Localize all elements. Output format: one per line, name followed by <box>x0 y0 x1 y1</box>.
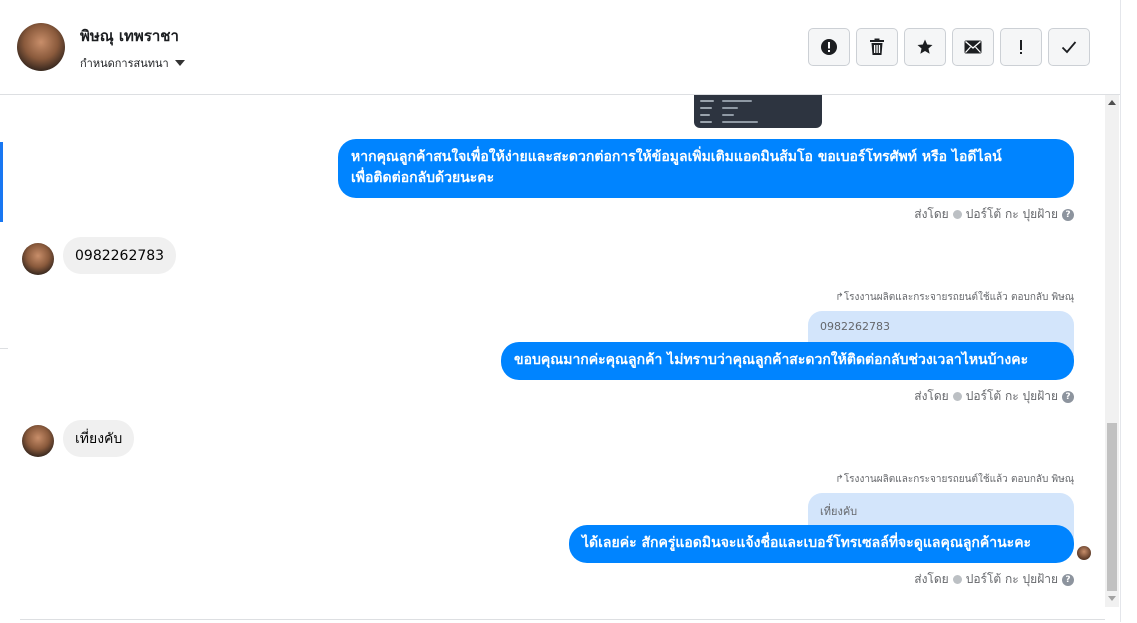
conversation-settings-label: กำหนดการสนทนา <box>80 57 169 70</box>
help-icon[interactable]: ? <box>1062 390 1074 403</box>
sent-by-info: ส่งโดย ปอร์โต้ กะ ปุยฝ้าย ? <box>914 570 1074 589</box>
conversation-settings-dropdown[interactable]: กำหนดการสนทนา <box>80 54 185 72</box>
help-icon[interactable]: ? <box>1062 208 1074 221</box>
trash-icon <box>870 38 884 55</box>
exclamation-icon <box>1020 40 1022 54</box>
sent-by-label: ส่งโดย <box>914 572 949 586</box>
caret-down-icon <box>174 60 185 66</box>
incoming-message[interactable]: 0982262783 <box>63 237 177 274</box>
verified-icon <box>952 575 962 584</box>
message-text-line: เพื่อติดต่อกลับด้วยนะคะ <box>351 170 495 186</box>
mark-unread-button[interactable] <box>952 28 994 66</box>
delete-button[interactable] <box>856 28 898 66</box>
report-button[interactable] <box>808 28 850 66</box>
reply-note-text: โรงงานผลิตและกระจายรถยนต์ใช้แล้ว ตอบกลับ… <box>843 292 1074 303</box>
done-button[interactable] <box>1048 28 1090 66</box>
contact-avatar-small[interactable] <box>22 425 54 457</box>
sent-by-info: ส่งโดย ปอร์โต้ กะ ปุยฝ้าย ? <box>914 387 1074 406</box>
sender-name: ปอร์โต้ กะ ปุยฝ้าย <box>965 389 1058 403</box>
outgoing-message[interactable]: ขอบคุณมากค่ะคุณลูกค้า ไม่ทราบว่าคุณลูกค้… <box>501 342 1074 380</box>
reply-note: ↱โรงงานผลิตและกระจายรถยนต์ใช้แล้ว ตอบกลั… <box>835 472 1074 487</box>
verified-icon <box>952 210 962 219</box>
sent-by-label: ส่งโดย <box>914 389 949 403</box>
active-indicator <box>0 142 3 222</box>
message-text-line: หากคุณลูกค้าสนใจเพื่อให้ง่ายและสะดวกต่อก… <box>351 149 1002 165</box>
reply-note-text: โรงงานผลิตและกระจายรถยนต์ใช้แล้ว ตอบกลับ… <box>843 474 1074 485</box>
image-attachment[interactable] <box>694 95 822 128</box>
envelope-icon <box>964 40 982 54</box>
reply-note: ↱โรงงานผลิตและกระจายรถยนต์ใช้แล้ว ตอบกลั… <box>835 290 1074 305</box>
check-icon <box>1061 41 1077 54</box>
message-text: ขอบคุณมากค่ะคุณลูกค้า ไม่ทราบว่าคุณลูกค้… <box>514 352 1029 368</box>
quoted-text: เที่ยงคับ <box>820 505 858 518</box>
help-icon[interactable]: ? <box>1062 573 1074 586</box>
contact-avatar[interactable] <box>17 23 65 71</box>
contact-avatar-small[interactable] <box>22 243 54 275</box>
scroll-down-arrow-icon[interactable] <box>1108 596 1116 601</box>
star-icon <box>917 39 933 54</box>
scroll-up-arrow-icon[interactable] <box>1108 100 1116 105</box>
outgoing-message[interactable]: ได้เลยค่ะ สักครู่แอดมินจะแจ้งชื่อและเบอร… <box>569 525 1074 563</box>
conversation-header: พิษณุ เทพราชา กำหนดการสนทนา <box>0 0 1120 95</box>
divider <box>0 348 8 349</box>
sender-name: ปอร์โต้ กะ ปุยฝ้าย <box>965 572 1058 586</box>
outgoing-message[interactable]: หากคุณลูกค้าสนใจเพื่อให้ง่ายและสะดวกต่อก… <box>338 139 1074 198</box>
message-text: 0982262783 <box>75 247 165 264</box>
important-button[interactable] <box>1000 28 1042 66</box>
reply-arrow-icon: ↱ <box>835 292 844 303</box>
incoming-message[interactable]: เที่ยงคับ <box>63 420 135 457</box>
sent-by-info: ส่งโดย ปอร์โต้ กะ ปุยฝ้าย ? <box>914 205 1074 224</box>
contact-name[interactable]: พิษณุ เทพราชา <box>80 24 179 48</box>
verified-icon <box>952 392 962 401</box>
right-edge-panel <box>1120 0 1137 622</box>
exclamation-circle-icon <box>821 39 837 55</box>
star-button[interactable] <box>904 28 946 66</box>
composer-top-border <box>20 619 1105 623</box>
sender-name: ปอร์โต้ กะ ปุยฝ้าย <box>965 207 1058 221</box>
seen-avatar <box>1077 546 1091 560</box>
sent-by-label: ส่งโดย <box>914 207 949 221</box>
message-text: เที่ยงคับ <box>75 430 123 447</box>
message-text: ได้เลยค่ะ สักครู่แอดมินจะแจ้งชื่อและเบอร… <box>582 535 1032 551</box>
quoted-text: 0982262783 <box>820 320 890 333</box>
action-toolbar <box>808 28 1090 66</box>
reply-arrow-icon: ↱ <box>835 474 844 485</box>
scrollbar-thumb[interactable] <box>1107 423 1117 591</box>
